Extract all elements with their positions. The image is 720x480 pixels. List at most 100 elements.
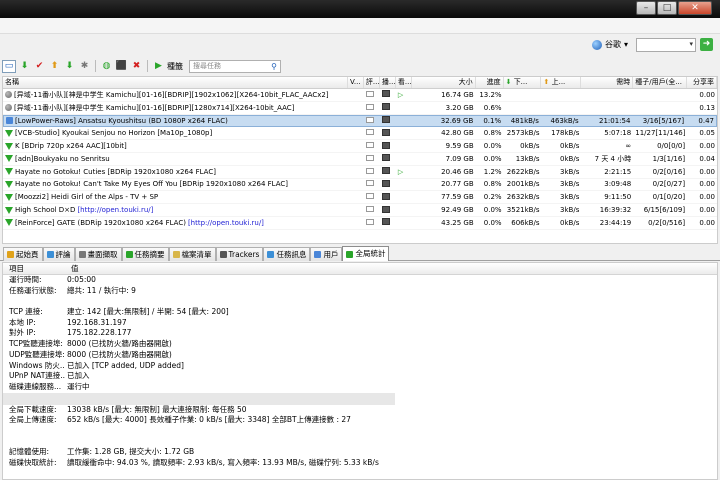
tab-6[interactable]: Trackers (215, 247, 264, 261)
rating-icon[interactable] (365, 129, 374, 136)
column-header-peers[interactable]: 種子/用戶(全... (633, 77, 688, 88)
rating-cell (364, 193, 380, 201)
rating-icon[interactable] (365, 180, 374, 187)
rating-icon[interactable] (365, 218, 374, 225)
play-icon[interactable]: ▷ (398, 91, 403, 99)
stats-key: 全局下載速度: (9, 404, 57, 414)
film-icon[interactable] (381, 128, 390, 136)
torrent-row[interactable]: High School D×D [http://open.touki.ru/] 92… (3, 204, 717, 217)
start-button[interactable]: ✔ (33, 60, 46, 73)
status-icon (6, 117, 13, 125)
column-header-name[interactable]: 名稱 (3, 77, 348, 88)
torrent-row[interactable]: [Moozzi2] Heidi Girl of the Alps - TV + … (3, 191, 717, 205)
rating-icon[interactable] (365, 206, 374, 213)
film-icon[interactable] (381, 116, 390, 124)
stats-key: 記憶體使用: (9, 447, 50, 457)
film-icon[interactable] (381, 179, 390, 187)
size-cell: 3.20 GB (445, 103, 474, 112)
torrent-row[interactable]: [LowPower-Raws] Ansatsu Kyoushitsu (BD 1… (3, 114, 717, 128)
tab-3[interactable]: 畫面擷取 (74, 247, 122, 261)
stats-row: 全局下載速度: 13038 kB/s [最大: 無限制] 最大連接限制: 每任務 … (3, 405, 717, 416)
rating-icon[interactable] (365, 142, 374, 149)
film-icon[interactable] (381, 167, 390, 175)
film-icon[interactable] (381, 103, 390, 111)
web-search-input[interactable]: ▾ (636, 38, 696, 52)
download-button[interactable]: ⬇ (18, 60, 31, 73)
film-icon[interactable] (381, 154, 390, 162)
play-cell (380, 103, 396, 112)
tab-4[interactable]: 任務摘要 (121, 247, 169, 261)
close-button[interactable]: ✕ (678, 1, 712, 15)
search-engine-selector[interactable]: 谷歌 ▾ (592, 39, 628, 50)
filter-input[interactable]: 搜尋任務 ⚲ (189, 59, 281, 73)
column-header-upload[interactable]: ⬆ 上... (541, 77, 582, 88)
size-cell: 92.49 GB (441, 206, 474, 215)
tracker-link[interactable]: [http://open.touki.ru/] (188, 219, 264, 227)
go-arrow-icon[interactable]: ➜ (700, 38, 713, 51)
column-header-view[interactable]: 看... (396, 77, 412, 88)
tab-9[interactable]: 全局統計 (342, 246, 390, 261)
torrent-row[interactable]: K [BDrip 720p x264 AAC][10bit] 9.59 GB 0.0… (3, 140, 717, 153)
column-header-ratio[interactable]: 分享率 (687, 77, 717, 88)
torrent-row[interactable]: [VCB-Studio] Kyoukai Senjou no Horizon [… (3, 127, 717, 141)
column-header-eta[interactable]: 需時 (581, 77, 634, 88)
peers-cell: 3/16[5/167] (642, 116, 685, 125)
tab-1[interactable]: 起始頁 (3, 247, 43, 261)
tab-2[interactable]: 評論 (42, 247, 75, 261)
tracker-link[interactable]: [http://open.touki.ru/] (77, 206, 153, 214)
rating-icon[interactable] (365, 103, 374, 110)
play-cell (380, 128, 396, 138)
film-icon[interactable] (381, 141, 390, 149)
rss-button[interactable]: ▶ (152, 60, 165, 73)
play-cell (380, 205, 396, 215)
size-cell: 16.74 GB (441, 90, 474, 99)
column-header-download[interactable]: ⬇ 下... (504, 77, 542, 88)
torrent-row[interactable]: [adn]Boukyaku no Senritsu 7.09 GB 0.0% 13kB… (3, 153, 717, 166)
torrent-row[interactable]: [异域-11番小队][神是中学生 Kamichu][01-16][BDRIP][… (3, 102, 717, 115)
stats-header-key[interactable]: 項目 (3, 263, 65, 274)
torrent-row[interactable]: [ReinForce] GATE (BDRip 1920x1080 x264 F… (3, 217, 717, 230)
tab-icon (267, 251, 275, 258)
film-icon[interactable] (381, 205, 390, 213)
size-cell: 32.69 GB (440, 116, 474, 125)
add-torrent-button[interactable]: ▭ (2, 59, 16, 73)
column-header-progress[interactable]: 進度 (476, 77, 504, 88)
maximize-button[interactable]: □ (657, 1, 677, 15)
pause-button[interactable]: ◍ (100, 60, 113, 73)
move-up-button[interactable]: ⬆ (48, 60, 61, 73)
column-header-play[interactable]: 播... (380, 77, 396, 88)
stats-header-value[interactable]: 值 (65, 263, 79, 274)
film-icon[interactable] (381, 218, 390, 226)
peers-cell: 0/2[0/27] (652, 180, 686, 189)
download-speed-cell: 13kB/s (515, 154, 540, 163)
remove-button[interactable]: ✖ (130, 60, 143, 73)
play-icon[interactable]: ▷ (398, 168, 403, 176)
column-header-v[interactable]: V... (348, 77, 364, 88)
rating-icon[interactable] (365, 193, 374, 200)
column-header-rating[interactable]: 評... (364, 77, 380, 88)
rating-icon[interactable] (365, 167, 374, 174)
rating-icon[interactable] (365, 90, 374, 97)
torrent-row[interactable]: [异域-11番小队][神是中学生 Kamichu][01-16][BDRIP][… (3, 89, 717, 102)
film-icon[interactable] (381, 90, 390, 98)
rating-icon[interactable] (365, 116, 374, 123)
tab-8[interactable]: 用戶 (310, 247, 343, 261)
column-header-size[interactable]: 大小 (412, 77, 476, 88)
ratio-cell: 0.00 (699, 90, 715, 99)
stop-button[interactable]: ⬛ (115, 60, 128, 73)
move-down-button[interactable]: ⬇ (63, 60, 76, 73)
progress-cell: 0.0% (483, 206, 502, 215)
rating-icon[interactable] (365, 154, 374, 161)
settings-button[interactable]: ✱ (78, 60, 91, 73)
upload-speed-cell: 0kB/s (560, 142, 580, 151)
torrent-row[interactable]: Hayate no Gotoku! Cuties [BDRip 1920x108… (3, 166, 717, 179)
minimize-button[interactable]: – (636, 1, 656, 15)
film-icon[interactable] (381, 192, 390, 200)
tab-5[interactable]: 檔案清單 (168, 247, 216, 261)
torrent-name: [LowPower-Raws] Ansatsu Kyoushitsu (BD 1… (15, 116, 228, 125)
search-icon[interactable]: ⚲ (271, 61, 277, 72)
torrent-row[interactable]: Hayate no Gotoku! Can't Take My Eyes Off… (3, 179, 717, 192)
chevron-down-icon[interactable]: ▾ (689, 40, 693, 48)
stats-row: Windows 防火... 已加入 [TCP added, UDP added] (3, 361, 717, 372)
tab-7[interactable]: 任務訊息 (263, 247, 311, 261)
